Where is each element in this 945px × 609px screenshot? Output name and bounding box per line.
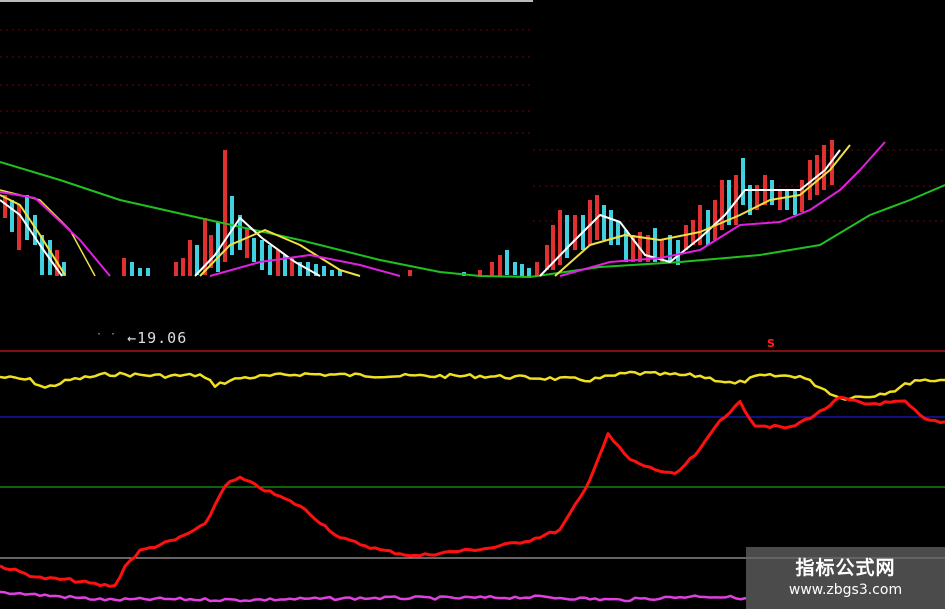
candle-up (684, 225, 688, 250)
candle-down (252, 238, 256, 262)
candle-up (408, 270, 412, 276)
panel-top-border (0, 0, 533, 2)
ma-line-white-left (0, 199, 63, 277)
marker-dots: · · (96, 329, 118, 340)
candle-up (17, 205, 21, 250)
candle-down (602, 205, 606, 240)
indicator-line-magenta (0, 590, 747, 603)
stock-chart (0, 29, 945, 603)
candle-down (520, 264, 524, 276)
candle-down (146, 268, 150, 276)
candle-down (330, 270, 334, 276)
candle-up (498, 255, 502, 276)
candle-down (513, 262, 517, 275)
candle-down (260, 240, 264, 270)
sell-signal-marker: S (767, 337, 775, 350)
candle-up (800, 180, 804, 212)
candle-up (713, 200, 717, 240)
candle-down (138, 268, 142, 276)
candle-down (322, 266, 326, 276)
candle-down (10, 200, 14, 232)
candle-up (535, 262, 539, 276)
candle-down (785, 190, 789, 210)
candle-up (122, 258, 126, 276)
candle-down (527, 268, 531, 276)
candle-up (245, 228, 249, 258)
candle-up (573, 215, 577, 250)
candle-up (174, 262, 178, 276)
ma-line-yellow-right (554, 144, 851, 277)
indicator-reference-lines (0, 350, 945, 559)
candle-up (188, 240, 192, 276)
watermark-title: 指标公式网 (795, 557, 896, 579)
candle-up (223, 150, 227, 262)
candle-down (616, 222, 620, 245)
watermark: 指标公式网 www.zbgs3.com (746, 547, 945, 609)
candle-down (741, 158, 745, 205)
candle-up (181, 258, 185, 276)
indicator-line-yellow (0, 370, 945, 401)
candle-up (778, 190, 782, 210)
candle-down (195, 245, 199, 275)
watermark-url: www.zbgs3.com (788, 582, 903, 598)
low-price-annotation: · · ←19.06 (96, 329, 187, 347)
candle-down (565, 215, 569, 258)
candle-down (130, 262, 134, 276)
candle-up (276, 250, 280, 276)
candle-down (770, 180, 774, 205)
candle-down (505, 250, 509, 275)
candlesticks (3, 140, 834, 276)
arrow-left-icon: ← (127, 329, 138, 347)
ma-line-green (0, 161, 945, 278)
low-price-value: 19.06 (137, 329, 188, 347)
candle-up (822, 145, 826, 190)
candle-down (793, 190, 797, 215)
candle-up (490, 262, 494, 276)
